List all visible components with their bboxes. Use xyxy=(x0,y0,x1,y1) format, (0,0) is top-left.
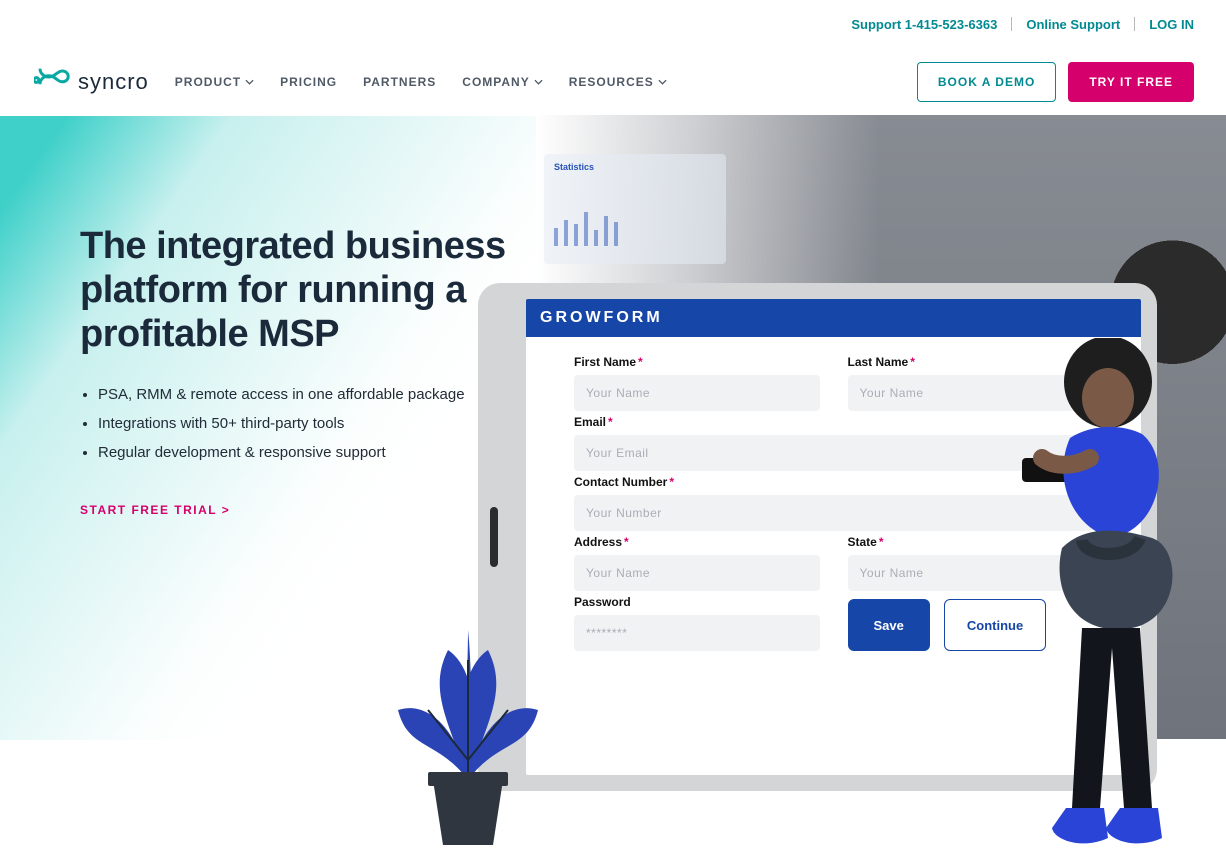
address-field: Address* xyxy=(574,535,820,591)
nav-company[interactable]: COMPANY xyxy=(462,75,542,89)
address-label: Address* xyxy=(574,535,820,549)
stat-bar xyxy=(554,228,558,246)
nav-label: PRICING xyxy=(280,75,337,89)
first-name-input[interactable] xyxy=(574,375,820,411)
tablet-home-button xyxy=(490,507,498,567)
start-free-trial-link[interactable]: START FREE TRIAL > xyxy=(80,503,520,517)
plant-pot xyxy=(428,772,508,845)
password-field: Password xyxy=(574,595,820,651)
first-name-label: First Name* xyxy=(574,355,820,369)
online-support-link[interactable]: Online Support xyxy=(1026,17,1120,32)
chevron-down-icon xyxy=(534,79,543,85)
save-button[interactable]: Save xyxy=(848,599,930,651)
nav-partners[interactable]: PARTNERS xyxy=(363,75,436,89)
first-name-field: First Name* xyxy=(574,355,820,411)
hero-bullet: Regular development & responsive support xyxy=(98,444,520,461)
utility-bar: Support 1-415-523-6363 Online Support LO… xyxy=(0,0,1226,48)
nav-pricing[interactable]: PRICING xyxy=(280,75,337,89)
book-demo-button[interactable]: BOOK A DEMO xyxy=(917,62,1056,102)
stats-overlay: Statistics xyxy=(544,154,726,264)
nav-label: RESOURCES xyxy=(569,75,654,89)
stats-bars xyxy=(554,206,716,246)
stat-bar xyxy=(584,212,588,246)
hero-title: The integrated business platform for run… xyxy=(80,224,520,356)
stat-bar xyxy=(614,222,618,246)
person-illustration xyxy=(1012,338,1212,858)
nav-label: PRODUCT xyxy=(175,75,241,89)
nav-resources[interactable]: RESOURCES xyxy=(569,75,667,89)
hero-bullets: PSA, RMM & remote access in one affordab… xyxy=(80,386,520,461)
divider xyxy=(1134,17,1135,31)
try-free-button[interactable]: TRY IT FREE xyxy=(1068,62,1194,102)
header: syncro PRODUCT PRICING PARTNERS COMPANY … xyxy=(0,48,1226,116)
divider xyxy=(1011,17,1012,31)
logo-text: syncro xyxy=(78,69,149,95)
nav-label: PARTNERS xyxy=(363,75,436,89)
hero-copy: The integrated business platform for run… xyxy=(80,224,520,517)
stat-bar xyxy=(564,220,568,246)
chevron-down-icon xyxy=(658,79,667,85)
password-label: Password xyxy=(574,595,820,609)
stat-bar xyxy=(604,216,608,246)
support-phone-link[interactable]: Support 1-415-523-6363 xyxy=(851,17,997,32)
stat-bar xyxy=(594,230,598,246)
login-link[interactable]: LOG IN xyxy=(1149,17,1194,32)
address-input[interactable] xyxy=(574,555,820,591)
stat-bar xyxy=(574,224,578,246)
stats-title: Statistics xyxy=(554,162,716,172)
chevron-down-icon xyxy=(245,79,254,85)
nav-product[interactable]: PRODUCT xyxy=(175,75,254,89)
hero-bullet: Integrations with 50+ third-party tools xyxy=(98,415,520,432)
logo-icon xyxy=(34,65,70,100)
nav-label: COMPANY xyxy=(462,75,529,89)
password-input[interactable] xyxy=(574,615,820,651)
main-nav: PRODUCT PRICING PARTNERS COMPANY RESOURC… xyxy=(175,75,667,89)
logo[interactable]: syncro xyxy=(34,65,149,100)
hero-bullet: PSA, RMM & remote access in one affordab… xyxy=(98,386,520,403)
header-cta-row: BOOK A DEMO TRY IT FREE xyxy=(917,62,1194,102)
plant-illustration xyxy=(378,600,558,850)
form-header: GROWFORM xyxy=(526,299,1141,337)
